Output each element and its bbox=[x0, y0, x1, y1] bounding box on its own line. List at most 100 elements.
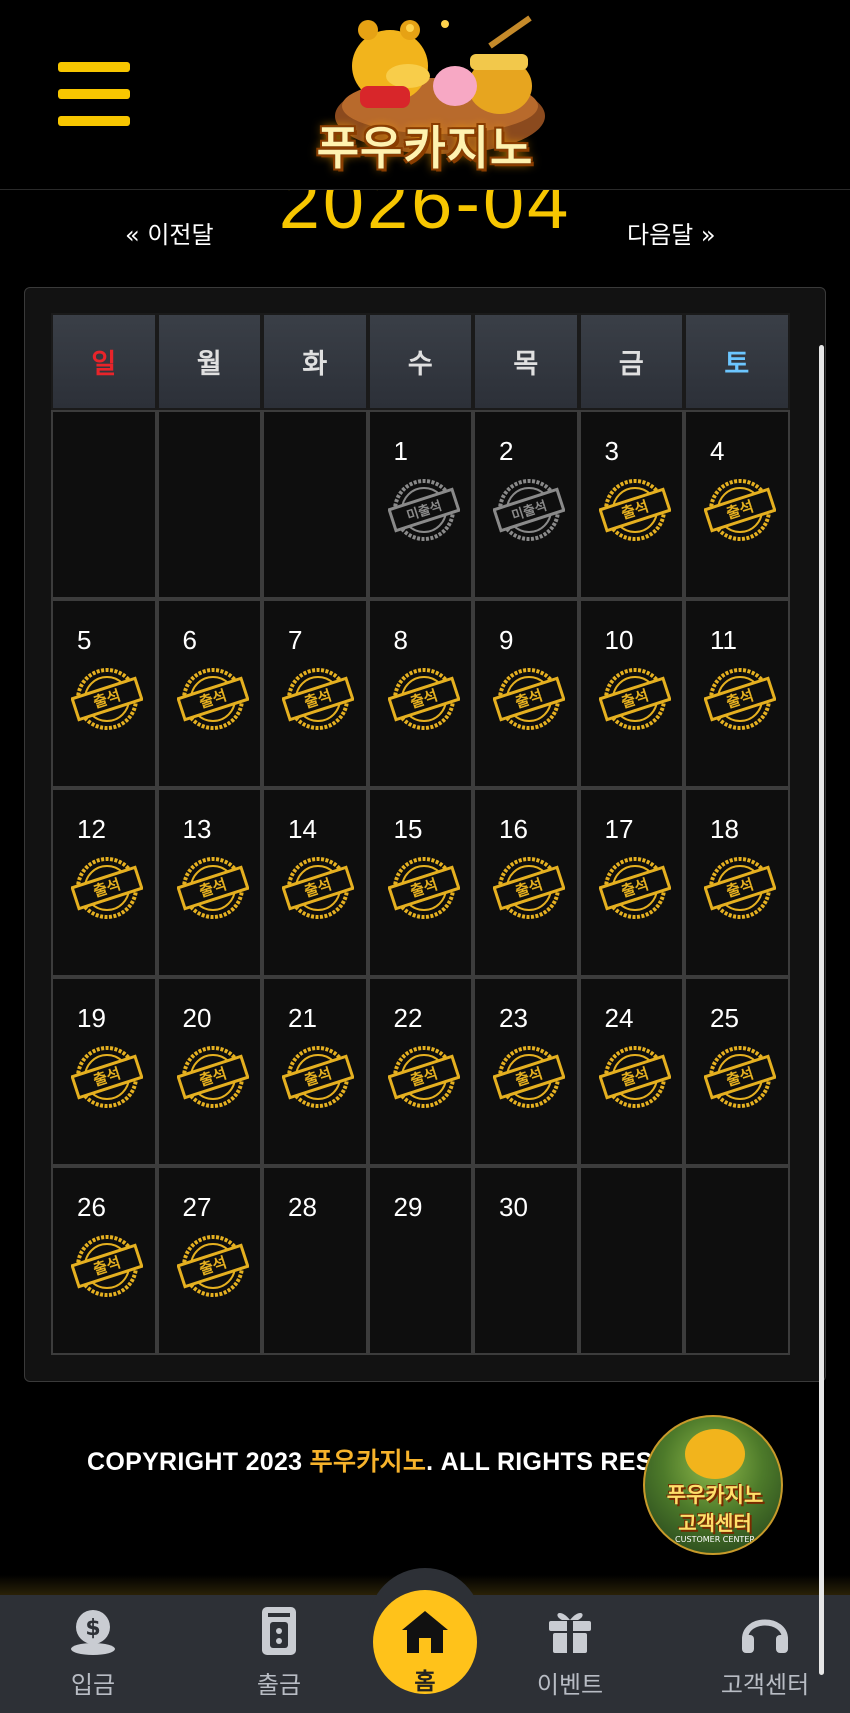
calendar-day-cell[interactable]: 14 출석 bbox=[262, 788, 368, 977]
attended-stamp-icon: 출석 bbox=[493, 668, 565, 730]
headset-icon bbox=[742, 1619, 788, 1653]
absent-stamp-icon: 미출석 bbox=[387, 479, 460, 541]
day-number: 20 bbox=[182, 1003, 212, 1033]
calendar-day-cell[interactable]: 12 출석 bbox=[51, 788, 157, 977]
calendar-week-row: 26 출석 27 출석 28 29 30 bbox=[51, 1166, 827, 1355]
attended-stamp-icon: 출석 bbox=[704, 857, 776, 919]
day-number: 26 bbox=[77, 1192, 106, 1222]
calendar-day-cell[interactable]: 4 출석 bbox=[684, 410, 790, 599]
weekday-header-0: 일 bbox=[51, 313, 157, 410]
calendar-week-row: 19 출석 20 출석 21 출석 22 출석 23 출석 24 출석 25 출석 bbox=[51, 977, 827, 1166]
calendar-panel: 일월화수목금토 1 미출석 2 미출석 3 출석 4 출석 5 출석 6 출석 7 출석 8 출석 9 출석 10 출… bbox=[24, 287, 826, 1382]
calendar-day-cell[interactable]: 20 출석 bbox=[156, 977, 262, 1166]
calendar-week-row: 12 출석 13 출석 14 출석 15 출석 16 출석 17 출석 18 출석 bbox=[51, 788, 827, 977]
calendar-day-cell[interactable]: 2 미출석 bbox=[473, 410, 579, 599]
day-number: 17 bbox=[604, 814, 634, 844]
calendar-empty-cell bbox=[262, 410, 368, 599]
attended-stamp-icon: 출석 bbox=[282, 857, 354, 919]
svg-text:$: $ bbox=[85, 1616, 100, 1641]
attended-stamp-icon: 출석 bbox=[71, 1046, 143, 1108]
day-number: 7 bbox=[288, 625, 303, 655]
day-number: 14 bbox=[288, 814, 317, 844]
calendar-empty-cell bbox=[51, 410, 157, 599]
day-number: 11 bbox=[710, 625, 737, 655]
day-number: 28 bbox=[288, 1192, 317, 1222]
attended-stamp-icon: 출석 bbox=[176, 1046, 249, 1108]
weekday-header-2: 화 bbox=[262, 313, 368, 410]
attended-stamp-icon: 출석 bbox=[598, 857, 671, 919]
attended-stamp-icon: 출석 bbox=[282, 668, 354, 730]
dollar-coin-icon: $ bbox=[71, 1610, 115, 1655]
calendar-day-cell[interactable]: 11 출석 bbox=[684, 599, 790, 788]
day-number: 3 bbox=[604, 436, 619, 466]
day-number: 18 bbox=[710, 814, 739, 844]
calendar-day-cell[interactable]: 9 출석 bbox=[473, 599, 579, 788]
day-number: 16 bbox=[499, 814, 528, 844]
prev-month-link[interactable]: « 이전달 bbox=[125, 215, 214, 250]
site-logo[interactable]: 푸우카지노 bbox=[290, 6, 560, 184]
customer-center-badge[interactable]: 푸우카지노 고객센터 CUSTOMER CENTER bbox=[643, 1415, 783, 1555]
day-number: 21 bbox=[288, 1003, 317, 1033]
nav-deposit[interactable]: $ 입금 bbox=[38, 1595, 148, 1713]
calendar-week-row: 5 출석 6 출석 7 출석 8 출석 9 출석 10 출석 11 출석 bbox=[51, 599, 827, 788]
attended-stamp-icon: 출석 bbox=[704, 1046, 776, 1108]
calendar-empty-cell bbox=[578, 1166, 684, 1355]
calendar-day-cell[interactable]: 18 출석 bbox=[684, 788, 790, 977]
cs-badge-brand: 푸우카지노 bbox=[666, 1483, 764, 1507]
calendar-day-cell[interactable]: 30 bbox=[473, 1166, 579, 1355]
nav-support-label: 고객센터 bbox=[720, 1671, 810, 1699]
day-number: 24 bbox=[604, 1003, 634, 1033]
hamburger-menu-icon[interactable] bbox=[58, 62, 130, 126]
calendar-day-cell[interactable]: 22 출석 bbox=[367, 977, 473, 1166]
page-scrollbar[interactable] bbox=[819, 345, 824, 1675]
calendar-day-cell[interactable]: 5 출석 bbox=[51, 599, 157, 788]
day-number: 27 bbox=[182, 1192, 212, 1222]
nav-event[interactable]: 이벤트 bbox=[515, 1595, 625, 1713]
calendar-day-cell[interactable]: 28 bbox=[262, 1166, 368, 1355]
absent-stamp-icon: 미출석 bbox=[493, 479, 565, 541]
calendar-day-cell[interactable]: 17 출석 bbox=[578, 788, 684, 977]
logo-text: 푸우카지노 bbox=[316, 121, 534, 175]
calendar-day-cell[interactable]: 24 출석 bbox=[578, 977, 684, 1166]
calendar-day-cell[interactable]: 3 출석 bbox=[578, 410, 684, 599]
weekday-header-1: 월 bbox=[156, 313, 262, 410]
day-number: 25 bbox=[710, 1003, 739, 1033]
attended-stamp-icon: 출석 bbox=[387, 857, 460, 919]
calendar-day-cell[interactable]: 21 출석 bbox=[262, 977, 368, 1166]
attended-stamp-icon: 출석 bbox=[598, 479, 671, 541]
nav-withdraw[interactable]: 출금 bbox=[224, 1595, 334, 1713]
nav-support[interactable]: 고객센터 bbox=[700, 1595, 830, 1713]
copyright-prefix: COPYRIGHT 2023 bbox=[87, 1448, 310, 1476]
weekday-header-5: 금 bbox=[578, 313, 684, 410]
calendar-day-cell[interactable]: 16 출석 bbox=[473, 788, 579, 977]
calendar-week-row: 1 미출석 2 미출석 3 출석 4 출석 bbox=[51, 410, 827, 599]
calendar-day-cell[interactable]: 25 출석 bbox=[684, 977, 790, 1166]
calendar-day-cell[interactable]: 10 출석 bbox=[578, 599, 684, 788]
top-header: 푸우카지노 bbox=[0, 0, 850, 190]
nav-deposit-label: 입금 bbox=[70, 1671, 116, 1699]
nav-event-label: 이벤트 bbox=[536, 1671, 604, 1699]
calendar-day-cell[interactable]: 13 출석 bbox=[156, 788, 262, 977]
calendar-day-cell[interactable]: 26 출석 bbox=[51, 1166, 157, 1355]
calendar-day-cell[interactable]: 29 bbox=[367, 1166, 473, 1355]
calendar-day-cell[interactable]: 27 출석 bbox=[156, 1166, 262, 1355]
calendar-day-cell[interactable]: 15 출석 bbox=[367, 788, 473, 977]
attended-stamp-icon: 출석 bbox=[704, 668, 776, 730]
attended-stamp-icon: 출석 bbox=[493, 857, 565, 919]
calendar-day-cell[interactable]: 1 미출석 bbox=[367, 410, 473, 599]
nav-home-button[interactable]: 홈 bbox=[373, 1590, 477, 1695]
atm-icon bbox=[262, 1607, 296, 1655]
attended-stamp-icon: 출석 bbox=[387, 1046, 460, 1108]
calendar-day-cell[interactable]: 6 출석 bbox=[156, 599, 262, 788]
day-number: 13 bbox=[182, 814, 212, 844]
attended-stamp-icon: 출석 bbox=[71, 668, 143, 730]
calendar-day-cell[interactable]: 8 출석 bbox=[367, 599, 473, 788]
calendar-day-cell[interactable]: 23 출석 bbox=[473, 977, 579, 1166]
copyright-suffix: . ALL RIGHTS RESERVED. bbox=[426, 1448, 657, 1476]
gift-icon bbox=[549, 1612, 591, 1653]
next-month-link[interactable]: 다음달 » bbox=[627, 215, 716, 250]
cs-badge-title: 고객센터 bbox=[678, 1511, 752, 1535]
nav-withdraw-label: 출금 bbox=[256, 1671, 302, 1699]
calendar-day-cell[interactable]: 7 출석 bbox=[262, 599, 368, 788]
calendar-day-cell[interactable]: 19 출석 bbox=[51, 977, 157, 1166]
